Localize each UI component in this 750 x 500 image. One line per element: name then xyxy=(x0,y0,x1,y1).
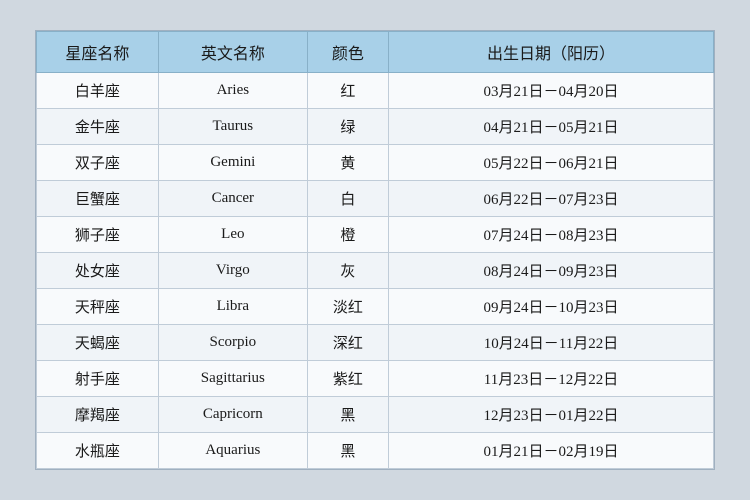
cell-chinese: 双子座 xyxy=(37,145,159,181)
cell-color: 灰 xyxy=(307,253,388,289)
cell-english: Gemini xyxy=(158,145,307,181)
cell-color: 黄 xyxy=(307,145,388,181)
cell-date: 04月21日－05月21日 xyxy=(389,109,714,145)
cell-chinese: 巨蟹座 xyxy=(37,181,159,217)
cell-date: 05月22日－06月21日 xyxy=(389,145,714,181)
cell-chinese: 天秤座 xyxy=(37,289,159,325)
cell-color: 绿 xyxy=(307,109,388,145)
cell-english: Aquarius xyxy=(158,433,307,469)
cell-english: Capricorn xyxy=(158,397,307,433)
cell-date: 06月22日－07月23日 xyxy=(389,181,714,217)
table-row: 巨蟹座Cancer白06月22日－07月23日 xyxy=(37,181,714,217)
cell-color: 白 xyxy=(307,181,388,217)
cell-chinese: 天蝎座 xyxy=(37,325,159,361)
cell-chinese: 狮子座 xyxy=(37,217,159,253)
cell-color: 橙 xyxy=(307,217,388,253)
cell-english: Libra xyxy=(158,289,307,325)
cell-english: Virgo xyxy=(158,253,307,289)
cell-date: 01月21日－02月19日 xyxy=(389,433,714,469)
cell-chinese: 摩羯座 xyxy=(37,397,159,433)
cell-color: 黑 xyxy=(307,433,388,469)
header-english: 英文名称 xyxy=(158,32,307,73)
cell-english: Cancer xyxy=(158,181,307,217)
cell-color: 紫红 xyxy=(307,361,388,397)
cell-english: Aries xyxy=(158,73,307,109)
header-chinese: 星座名称 xyxy=(37,32,159,73)
table-row: 水瓶座Aquarius黑01月21日－02月19日 xyxy=(37,433,714,469)
cell-english: Sagittarius xyxy=(158,361,307,397)
cell-date: 12月23日－01月22日 xyxy=(389,397,714,433)
table-body: 白羊座Aries红03月21日－04月20日金牛座Taurus绿04月21日－0… xyxy=(37,73,714,469)
table-row: 摩羯座Capricorn黑12月23日－01月22日 xyxy=(37,397,714,433)
cell-chinese: 射手座 xyxy=(37,361,159,397)
cell-date: 10月24日－11月22日 xyxy=(389,325,714,361)
cell-chinese: 水瓶座 xyxy=(37,433,159,469)
cell-english: Taurus xyxy=(158,109,307,145)
cell-english: Leo xyxy=(158,217,307,253)
table-row: 白羊座Aries红03月21日－04月20日 xyxy=(37,73,714,109)
table-row: 双子座Gemini黄05月22日－06月21日 xyxy=(37,145,714,181)
cell-color: 深红 xyxy=(307,325,388,361)
table-row: 狮子座Leo橙07月24日－08月23日 xyxy=(37,217,714,253)
cell-date: 07月24日－08月23日 xyxy=(389,217,714,253)
cell-date: 08月24日－09月23日 xyxy=(389,253,714,289)
cell-chinese: 处女座 xyxy=(37,253,159,289)
header-color: 颜色 xyxy=(307,32,388,73)
cell-chinese: 白羊座 xyxy=(37,73,159,109)
cell-date: 09月24日－10月23日 xyxy=(389,289,714,325)
cell-color: 黑 xyxy=(307,397,388,433)
table-row: 天秤座Libra淡红09月24日－10月23日 xyxy=(37,289,714,325)
zodiac-table: 星座名称 英文名称 颜色 出生日期（阳历） 白羊座Aries红03月21日－04… xyxy=(36,31,714,469)
table-row: 天蝎座Scorpio深红10月24日－11月22日 xyxy=(37,325,714,361)
cell-date: 03月21日－04月20日 xyxy=(389,73,714,109)
cell-chinese: 金牛座 xyxy=(37,109,159,145)
table-row: 射手座Sagittarius紫红11月23日－12月22日 xyxy=(37,361,714,397)
table-header-row: 星座名称 英文名称 颜色 出生日期（阳历） xyxy=(37,32,714,73)
table-row: 处女座Virgo灰08月24日－09月23日 xyxy=(37,253,714,289)
cell-color: 淡红 xyxy=(307,289,388,325)
table-row: 金牛座Taurus绿04月21日－05月21日 xyxy=(37,109,714,145)
header-date: 出生日期（阳历） xyxy=(389,32,714,73)
zodiac-table-container: 星座名称 英文名称 颜色 出生日期（阳历） 白羊座Aries红03月21日－04… xyxy=(35,30,715,470)
cell-english: Scorpio xyxy=(158,325,307,361)
cell-color: 红 xyxy=(307,73,388,109)
cell-date: 11月23日－12月22日 xyxy=(389,361,714,397)
